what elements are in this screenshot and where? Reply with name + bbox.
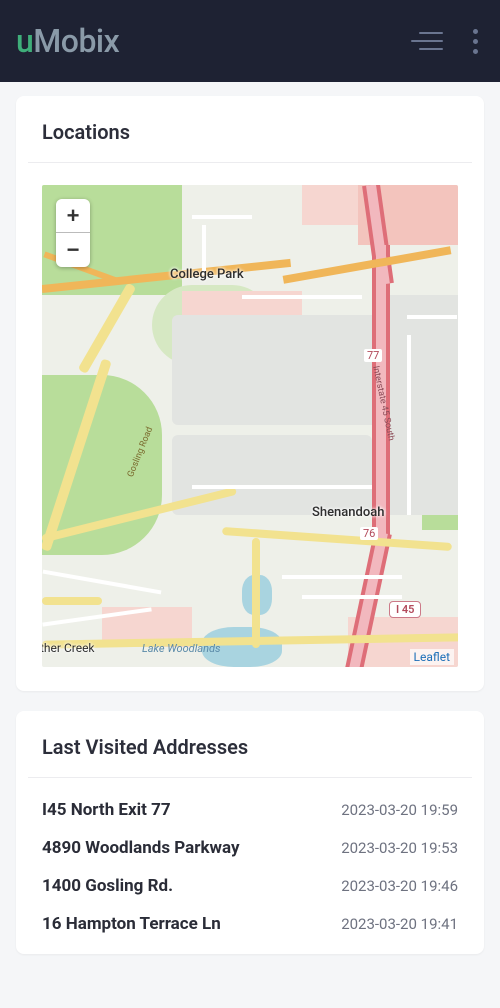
address-name: 4890 Woodlands Parkway <box>42 838 240 858</box>
map-shield-i45: I 45 <box>389 601 421 618</box>
last-visited-title: Last Visited Addresses <box>16 711 484 777</box>
locations-title: Locations <box>16 96 484 162</box>
app-root: uMobix Locations <box>0 0 500 1008</box>
map-attribution[interactable]: Leaflet <box>410 649 454 665</box>
address-name: I45 North Exit 77 <box>42 800 171 820</box>
address-time: 2023-03-20 19:41 <box>341 915 458 933</box>
map-label-lake: Lake Woodlands <box>142 642 221 655</box>
address-row[interactable]: 4890 Woodlands Parkway 2023-03-20 19:53 <box>42 820 458 858</box>
address-time: 2023-03-20 19:59 <box>341 801 458 819</box>
address-name: 16 Hampton Terrace Ln <box>42 914 221 934</box>
zoom-in-button[interactable]: + <box>56 199 90 233</box>
last-visited-card: Last Visited Addresses I45 North Exit 77… <box>16 711 484 954</box>
map[interactable]: College Park Shenandoah ther Creek Lake … <box>42 185 458 667</box>
map-label-shenandoah: Shenandoah <box>312 505 384 520</box>
brand-u: u <box>16 22 33 60</box>
address-time: 2023-03-20 19:53 <box>341 839 458 857</box>
map-canvas: College Park Shenandoah ther Creek Lake … <box>42 185 458 667</box>
locations-card: Locations <box>16 96 484 691</box>
brand-logo: uMobix <box>16 22 119 60</box>
more-options-icon[interactable] <box>467 23 484 60</box>
brand-mobix: Mobix <box>33 22 119 60</box>
zoom-out-button[interactable]: − <box>56 233 90 267</box>
map-label-panther-creek: ther Creek <box>42 641 95 655</box>
address-name: 1400 Gosling Rd. <box>42 876 173 896</box>
address-time: 2023-03-20 19:46 <box>341 877 458 895</box>
map-label-college-park: College Park <box>170 267 244 282</box>
map-label-num-76: 76 <box>360 527 378 540</box>
header-actions <box>405 23 484 60</box>
app-header: uMobix <box>0 0 500 82</box>
zoom-control: + − <box>56 199 90 267</box>
map-label-num-77: 77 <box>364 349 382 362</box>
address-row[interactable]: 1400 Gosling Rd. 2023-03-20 19:46 <box>42 858 458 896</box>
address-row[interactable]: I45 North Exit 77 2023-03-20 19:59 <box>42 782 458 820</box>
address-list: I45 North Exit 77 2023-03-20 19:59 4890 … <box>16 778 484 954</box>
menu-icon[interactable] <box>405 26 449 56</box>
address-row[interactable]: 16 Hampton Terrace Ln 2023-03-20 19:41 <box>42 896 458 934</box>
locations-body: College Park Shenandoah ther Creek Lake … <box>16 163 484 691</box>
page-content: Locations <box>0 82 500 1008</box>
